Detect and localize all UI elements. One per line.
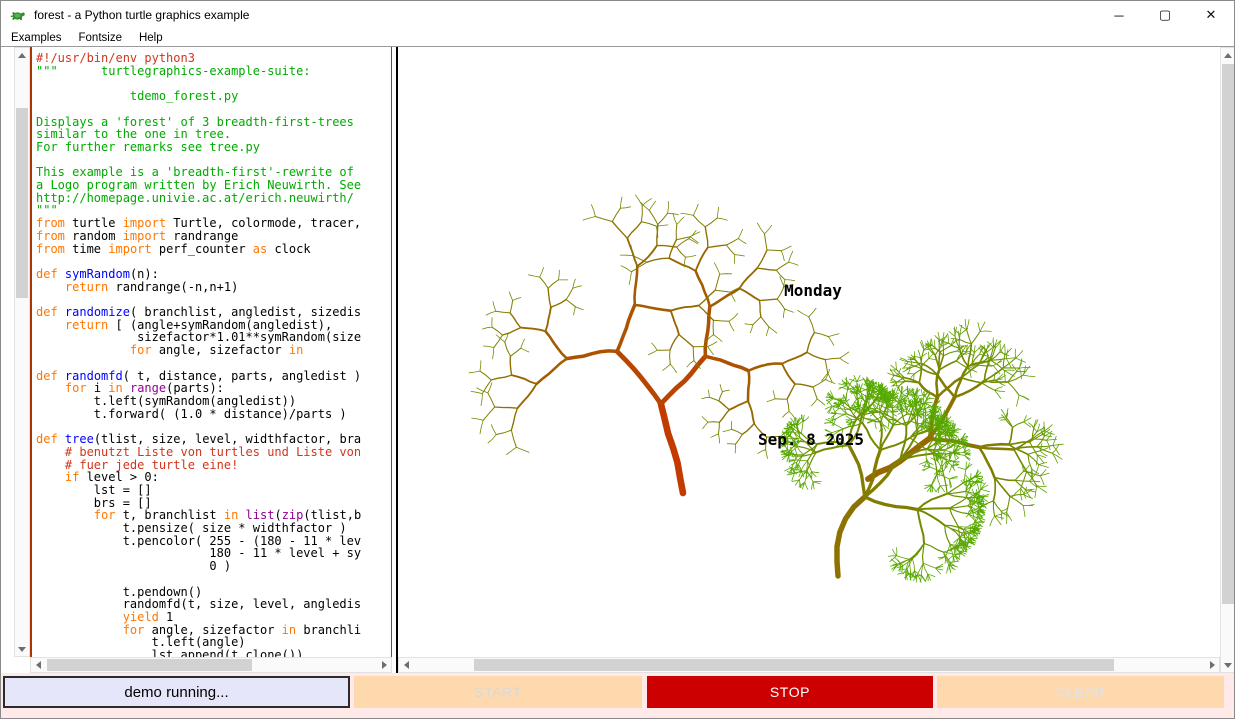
code-line: return randrange(-n,n+1) xyxy=(36,281,391,294)
code-line: http://homepage.univie.ac.at/erich.neuwi… xyxy=(36,192,391,205)
code-line: from time import perf_counter as clock xyxy=(36,243,391,256)
scroll-right-icon[interactable] xyxy=(377,658,391,672)
scroll-up-icon[interactable] xyxy=(15,48,29,62)
scroll-down-icon[interactable] xyxy=(1221,658,1235,672)
code-line: 0 ) xyxy=(36,560,391,573)
minimize-button[interactable]: ─ xyxy=(1096,1,1142,29)
code-line: tdemo_forest.py xyxy=(36,90,391,103)
canvas-vscroll-thumb[interactable] xyxy=(1222,64,1234,604)
code-line: """ turtlegraphics-example-suite: xyxy=(36,65,391,78)
scroll-down-icon[interactable] xyxy=(15,642,29,656)
tree-0-branches-level-6 xyxy=(567,305,749,371)
tree-0-branches-level-8 xyxy=(661,404,683,493)
clear-button[interactable]: CLEAR xyxy=(937,676,1224,708)
code-line: lst.append(t.clone()) xyxy=(36,649,391,657)
status-label: demo running... xyxy=(3,676,350,708)
titlebar: forest - a Python turtle graphics exampl… xyxy=(1,1,1234,29)
canvas-text-label: Monday xyxy=(784,281,842,300)
scroll-right-icon[interactable] xyxy=(1205,658,1219,672)
turtle-app-icon xyxy=(10,7,26,23)
tree-0-branches-level-1 xyxy=(469,195,849,459)
canvas-hscroll-thumb[interactable] xyxy=(474,659,1114,671)
tree-0-branches-level-7 xyxy=(617,351,705,403)
bottom-bar: demo running... START STOP CLEAR xyxy=(1,673,1235,719)
code-line: for angle, sizefactor in xyxy=(36,344,391,357)
tree-2-branches-level-6 xyxy=(837,497,865,576)
code-editor[interactable]: #!/usr/bin/env python3""" turtlegraphics… xyxy=(30,47,392,657)
turtle-canvas[interactable]: Monday Sep. 8 2025 xyxy=(398,47,1220,657)
window-controls: ─ ▢ ✕ xyxy=(1096,1,1234,29)
start-button[interactable]: START xyxy=(354,676,642,708)
window-title: forest - a Python turtle graphics exampl… xyxy=(34,8,249,22)
canvas-text-label: Sep. 8 2025 xyxy=(758,430,864,449)
menubar: Examples Fontsize Help xyxy=(1,29,1234,47)
code-vscroll-thumb[interactable] xyxy=(16,108,28,298)
canvas-vscrollbar[interactable] xyxy=(1220,47,1235,673)
close-button[interactable]: ✕ xyxy=(1188,1,1234,29)
menu-fontsize[interactable]: Fontsize xyxy=(72,32,129,44)
stop-button[interactable]: STOP xyxy=(647,676,933,708)
turtle-canvas-drawing: Monday Sep. 8 2025 xyxy=(398,47,1220,657)
menu-help[interactable]: Help xyxy=(132,32,170,44)
scroll-left-icon[interactable] xyxy=(31,658,45,672)
menu-examples[interactable]: Examples xyxy=(4,32,69,44)
main-area: #!/usr/bin/env python3""" turtlegraphics… xyxy=(1,47,1235,673)
scroll-left-icon[interactable] xyxy=(399,658,413,672)
maximize-button[interactable]: ▢ xyxy=(1142,1,1188,29)
code-line: t.forward( (1.0 * distance)/parts ) xyxy=(36,408,391,421)
tree-0-branches-level-4 xyxy=(512,238,807,423)
code-hscrollbar[interactable] xyxy=(30,657,392,673)
scroll-up-icon[interactable] xyxy=(1221,48,1235,62)
code-hscroll-thumb[interactable] xyxy=(47,659,252,671)
code-line: For further remarks see tree.py xyxy=(36,141,391,154)
app-window: forest - a Python turtle graphics exampl… xyxy=(0,0,1235,719)
code-vscrollbar[interactable] xyxy=(14,47,30,657)
canvas-hscrollbar[interactable] xyxy=(398,657,1220,673)
